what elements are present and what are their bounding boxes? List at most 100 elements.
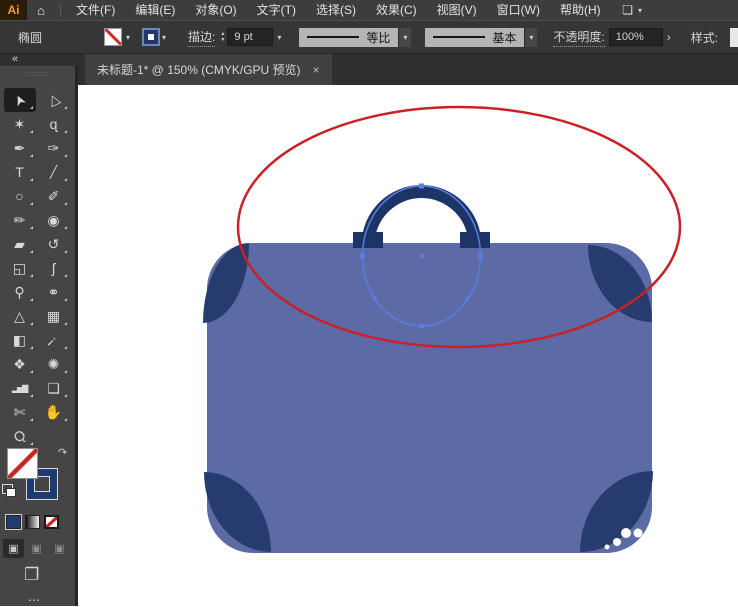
curvature-tool[interactable]: ✑ xyxy=(38,136,70,160)
eyedropper-tool[interactable]: ¡ xyxy=(38,328,70,352)
menu-item-select[interactable]: 选择(S) xyxy=(306,0,366,20)
fill-none-swatch[interactable] xyxy=(104,28,122,46)
column-graph-tool-icon: ▂▅▇ xyxy=(11,383,29,393)
stroke-chevron-icon[interactable]: ▾ xyxy=(162,33,166,42)
color-button[interactable] xyxy=(6,515,21,529)
toolbar-overflow-icon[interactable]: ⋯ xyxy=(28,593,40,607)
shaper-tool[interactable]: ✏ xyxy=(4,208,36,232)
draw-normal-button[interactable]: ▣ xyxy=(3,539,24,558)
home-icon[interactable]: ⌂ xyxy=(27,3,55,18)
stroke-color-swatch[interactable] xyxy=(144,30,159,44)
gradient-button[interactable] xyxy=(25,515,40,529)
menu-item-view[interactable]: 视图(V) xyxy=(427,0,487,20)
handle-dot-right[interactable] xyxy=(465,297,469,301)
stroke-weight-label[interactable]: 描边: xyxy=(188,28,216,47)
draw-behind-button[interactable]: ▣ xyxy=(26,539,47,558)
menu-item-window[interactable]: 窗口(W) xyxy=(487,0,550,20)
lasso-tool[interactable]: ɋ xyxy=(38,112,70,136)
toolbar-grip[interactable]: ∷∷∷∷ xyxy=(0,66,78,85)
collapse-panel-icon[interactable]: « xyxy=(12,53,18,65)
puppet-warp-tool[interactable]: ⚲ xyxy=(4,280,36,304)
none-button[interactable] xyxy=(44,515,59,529)
width-profile-dropdown[interactable]: 等比 ▾ xyxy=(299,27,412,47)
menu-item-file[interactable]: 文件(F) xyxy=(66,0,125,20)
blob-brush-tool-icon: ◉ xyxy=(47,211,60,228)
line-segment-tool[interactable]: ╱ xyxy=(38,160,70,184)
fill-chevron-icon[interactable]: ▾ xyxy=(126,33,130,42)
mesh-tool[interactable]: ▦ xyxy=(38,304,70,328)
stroke-weight-stepper[interactable]: ▴ ▾ xyxy=(221,31,224,43)
eraser-tool-icon: ▰ xyxy=(14,235,25,252)
anchor-point-bottom[interactable] xyxy=(419,323,424,329)
rotate-tool[interactable]: ↺ xyxy=(38,232,70,256)
blob-brush-tool[interactable]: ◉ xyxy=(38,208,70,232)
magic-wand-tool[interactable]: ✶ xyxy=(4,112,36,136)
color-type-row xyxy=(6,515,59,529)
drawing-modes: ▣ ▣ ▣ xyxy=(3,539,70,558)
symbol-sprayer-tool-icon: ✺ xyxy=(47,355,60,372)
direct-selection-tool[interactable]: ▷ xyxy=(38,88,70,112)
eraser-tool[interactable]: ▰ xyxy=(4,232,36,256)
suitcase-body[interactable] xyxy=(207,243,652,553)
fill-indicator-swatch[interactable] xyxy=(7,448,38,479)
symbol-sprayer-tool[interactable]: ✺ xyxy=(38,352,70,376)
direct-selection-tool-icon: ▷ xyxy=(43,91,63,109)
swap-fill-stroke-icon[interactable]: ↷ xyxy=(58,446,67,459)
shape-builder-tool[interactable]: ⚭ xyxy=(38,280,70,304)
hand-tool[interactable]: ✋ xyxy=(38,400,70,424)
mesh-tool-icon: ▦ xyxy=(46,307,61,324)
blend-tool[interactable]: ❖ xyxy=(4,352,36,376)
slice-tool[interactable]: ✄ xyxy=(4,400,36,424)
stroke-weight-value[interactable]: 9 pt xyxy=(227,28,274,46)
workspace-switcher[interactable]: ❏ ▾ xyxy=(622,3,642,17)
pen-tool-icon: ✒ xyxy=(13,139,26,156)
brush-definition-dropdown[interactable]: 基本 ▾ xyxy=(425,27,538,47)
style-dropdown[interactable] xyxy=(730,27,738,47)
app-logo[interactable]: Ai xyxy=(0,0,27,20)
handle-dot-left[interactable] xyxy=(373,297,377,301)
perspective-grid-tool[interactable]: △ xyxy=(4,304,36,328)
column-graph-tool[interactable]: ▂▅▇ xyxy=(4,376,36,400)
width-profile-value: 等比 xyxy=(366,30,391,45)
anchor-point-right[interactable] xyxy=(478,253,483,259)
center-point[interactable] xyxy=(419,254,424,258)
close-icon[interactable]: × xyxy=(313,63,320,77)
selection-tool-icon: ➤ xyxy=(9,91,29,109)
anchor-point-top[interactable] xyxy=(419,183,424,189)
artboard-canvas[interactable] xyxy=(78,85,738,606)
draw-inside-button[interactable]: ▣ xyxy=(49,539,70,558)
stepper-down-icon[interactable]: ▾ xyxy=(221,37,224,43)
anchor-point-left[interactable] xyxy=(360,253,365,259)
width-tool[interactable]: ʃ xyxy=(38,256,70,280)
opacity-expand-icon[interactable]: › xyxy=(667,30,671,44)
paintbrush-tool[interactable]: ✐ xyxy=(38,184,70,208)
illustrator-window: { "menubar": { "logo": "Ai", "home_icon"… xyxy=(0,0,738,607)
curvature-tool-icon: ✑ xyxy=(47,139,60,156)
default-fill-stroke-icon[interactable] xyxy=(2,484,16,497)
opacity-value[interactable]: 100% xyxy=(608,28,663,46)
shape-builder-tool-icon: ⚭ xyxy=(47,283,60,300)
scale-tool[interactable]: ◱ xyxy=(4,256,36,280)
document-tab-title: 未标题-1* @ 150% (CMYK/GPU 预览) xyxy=(97,63,301,77)
pen-tool[interactable]: ✒ xyxy=(4,136,36,160)
menu-item-object[interactable]: 对象(O) xyxy=(185,0,246,20)
menu-item-edit[interactable]: 编辑(E) xyxy=(125,0,185,20)
stroke-weight-chevron-icon[interactable]: ▾ xyxy=(277,33,281,42)
control-bar: 椭圆 ▾ ▾ 描边: ▴ ▾ 9 pt ▾ 等比 ▾ 基本 ▾ 不透明度: 10… xyxy=(0,20,738,54)
artboard-tool[interactable]: ❏ xyxy=(38,376,70,400)
screen-mode-icon[interactable]: ❐ xyxy=(24,565,39,585)
gradient-tool[interactable]: ◧ xyxy=(4,328,36,352)
type-tool[interactable]: T xyxy=(4,160,36,184)
fill-stroke-control: ↷ xyxy=(0,446,75,514)
menu-item-help[interactable]: 帮助(H) xyxy=(550,0,611,20)
menu-item-effect[interactable]: 效果(C) xyxy=(366,0,427,20)
style-label: 样式: xyxy=(690,30,719,45)
document-tab[interactable]: 未标题-1* @ 150% (CMYK/GPU 预览) × xyxy=(85,54,332,85)
zoom-tool[interactable]: Ǫ xyxy=(4,424,36,448)
opacity-label[interactable]: 不透明度: xyxy=(553,28,605,47)
menu-item-type[interactable]: 文字(T) xyxy=(247,0,306,20)
tools-panel: ➤ ▷ ✶ ɋ ✒ ✑ T ╱ ○ ✐ ✏ ◉ ▰ ↺ ◱ ʃ ⚲ ⚭ △ ▦ … xyxy=(0,85,78,607)
ellipse-tool[interactable]: ○ xyxy=(4,184,36,208)
workspace-layout-icon: ❏ xyxy=(622,3,633,17)
selection-tool[interactable]: ➤ xyxy=(3,88,36,112)
